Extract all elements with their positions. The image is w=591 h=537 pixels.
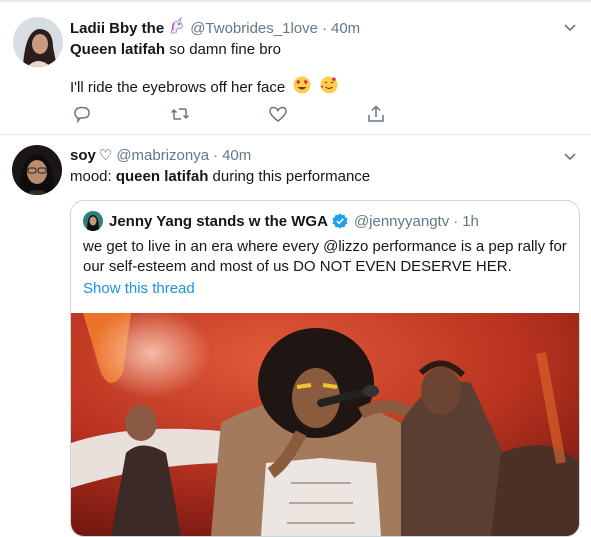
text-span: during this performance	[208, 168, 371, 185]
avatar	[83, 211, 103, 231]
display-name[interactable]: Ladii Bby the	[70, 20, 164, 37]
verified-badge-icon	[332, 213, 348, 229]
quoted-text: we get to live in an era where every @li…	[83, 237, 573, 277]
tweet-1[interactable]: Ladii Bby the @Twobrides_1love · 40m Que…	[0, 0, 591, 135]
tweet-2[interactable]: soy ♡ @mabrizonya · 40m mood: queen lati…	[0, 135, 591, 537]
unicorn-emoji-icon	[168, 16, 186, 39]
tweet-text-line-2: I'll ride the eyebrows off her face	[70, 76, 338, 100]
like-icon[interactable]	[268, 104, 288, 124]
name-suffix: ♡	[98, 147, 113, 164]
display-name[interactable]: soy	[70, 147, 96, 164]
chevron-down-icon[interactable]	[563, 149, 577, 163]
timestamp: 1h	[462, 212, 479, 230]
text-span: I'll ride the eyebrows off her face	[70, 79, 286, 96]
avatar[interactable]	[13, 17, 63, 67]
tweet-actions	[70, 104, 410, 124]
separator-dot: ·	[453, 212, 459, 230]
share-icon[interactable]	[366, 104, 386, 124]
tweet-header: Ladii Bby the @Twobrides_1love · 40m	[70, 16, 360, 39]
reply-icon[interactable]	[72, 104, 92, 124]
quoted-tweet[interactable]: Jenny Yang stands w the WGA @jennyyangtv…	[70, 200, 580, 537]
avatar[interactable]	[12, 145, 62, 195]
quoted-text-line: we get to live in an era where every @li…	[83, 238, 567, 255]
timestamp[interactable]: 40m	[331, 20, 360, 37]
performance-video-thumbnail[interactable]	[71, 313, 579, 536]
heart-eyes-emoji-icon	[293, 76, 311, 100]
smiling-face-with-hearts-emoji-icon	[320, 76, 338, 100]
timestamp[interactable]: 40m	[222, 147, 251, 164]
separator-dot: ·	[213, 146, 219, 164]
hashtag-bold: Queen latifah	[70, 41, 166, 58]
tweet-header: soy ♡ @mabrizonya · 40m	[70, 146, 251, 165]
tweet-text-line-1: Queen latifah so damn fine bro	[70, 40, 281, 60]
show-thread-link[interactable]: Show this thread	[83, 280, 195, 297]
text-span: so damn fine bro	[165, 41, 281, 58]
separator-dot: ·	[321, 19, 327, 37]
user-handle[interactable]: @Twobrides_1love	[190, 20, 318, 37]
text-span: mood:	[70, 168, 116, 185]
user-handle[interactable]: @mabrizonya	[116, 147, 209, 164]
tweet-text: mood: queen latifah during this performa…	[70, 167, 370, 187]
display-name: Jenny Yang stands w the WGA	[109, 212, 328, 230]
chevron-down-icon[interactable]	[563, 20, 577, 34]
user-handle: @jennyyangtv	[353, 212, 450, 230]
quoted-header: Jenny Yang stands w the WGA @jennyyangtv…	[83, 211, 479, 231]
quoted-text-line: our self-esteem and most of us DO NOT EV…	[83, 258, 512, 275]
text-bold: queen latifah	[115, 168, 209, 185]
retweet-icon[interactable]	[170, 104, 190, 124]
